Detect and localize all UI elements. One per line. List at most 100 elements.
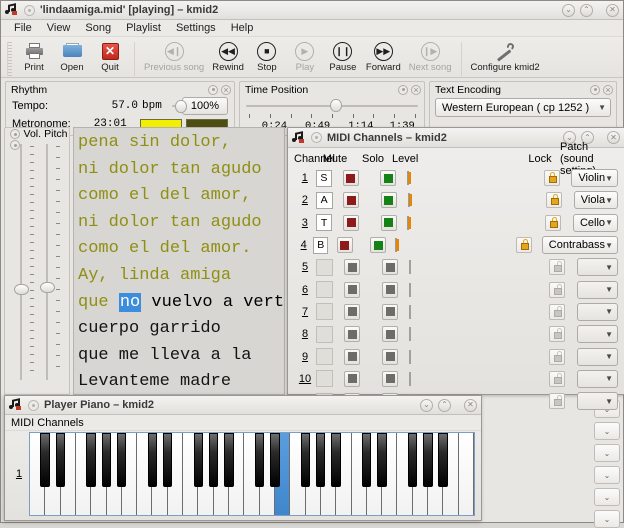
piano-black-key[interactable] xyxy=(148,433,157,487)
piano-keyboard[interactable] xyxy=(29,432,475,516)
lyrics-view[interactable]: pena sin dolor, ni dolor tan agudo como … xyxy=(73,127,285,395)
menu-file[interactable]: File xyxy=(7,20,39,36)
lock-button[interactable] xyxy=(549,393,565,409)
patch-select[interactable]: ▼ xyxy=(577,258,618,276)
window-menu-icon[interactable] xyxy=(28,400,39,411)
background-patch-select[interactable]: ⌄ xyxy=(594,488,620,506)
lock-button[interactable] xyxy=(516,237,532,253)
stop-button[interactable]: ■ Stop xyxy=(248,40,286,73)
open-button[interactable]: Open xyxy=(53,40,91,73)
tempo-reset-button[interactable]: 100% xyxy=(182,97,228,115)
piano-white-key[interactable] xyxy=(459,433,474,515)
background-patch-select[interactable]: ⌄ xyxy=(594,422,620,440)
menu-playlist[interactable]: Playlist xyxy=(119,20,168,36)
lock-button[interactable] xyxy=(549,282,565,298)
patch-select[interactable]: Contrabass▼ xyxy=(542,236,618,254)
piano-black-key[interactable] xyxy=(301,433,310,487)
piano-black-key[interactable] xyxy=(102,433,111,487)
channel-tag[interactable] xyxy=(316,281,333,298)
patch-select[interactable]: Violin▼ xyxy=(571,169,618,187)
unshade-button[interactable]: ⌃ xyxy=(438,399,451,412)
mute-button[interactable] xyxy=(343,192,359,208)
patch-select[interactable]: ▼ xyxy=(577,281,618,299)
rhythm-close-button[interactable] xyxy=(221,85,231,95)
time-position-close-button[interactable] xyxy=(411,85,421,95)
solo-button[interactable] xyxy=(382,282,398,298)
piano-black-key[interactable] xyxy=(377,433,386,487)
piano-black-key[interactable] xyxy=(408,433,417,487)
channel-tag[interactable] xyxy=(316,370,333,387)
piano-titlebar[interactable]: Player Piano – kmid2 ⌄ ⌃ ✕ xyxy=(5,396,481,415)
piano-black-key[interactable] xyxy=(56,433,65,487)
close-button[interactable]: ✕ xyxy=(606,4,619,17)
rewind-button[interactable]: ◀◀ Rewind xyxy=(208,40,248,73)
channel-tag[interactable] xyxy=(316,348,333,365)
menu-view[interactable]: View xyxy=(40,20,78,36)
solo-button[interactable] xyxy=(370,237,386,253)
toolbar-grip[interactable] xyxy=(7,42,12,76)
patch-select[interactable]: ▼ xyxy=(577,303,618,321)
piano-black-key[interactable] xyxy=(117,433,126,487)
time-position-float-button[interactable] xyxy=(398,85,408,95)
mute-button[interactable] xyxy=(344,282,360,298)
piano-black-key[interactable] xyxy=(270,433,279,487)
mute-button[interactable] xyxy=(344,349,360,365)
mute-button[interactable] xyxy=(344,304,360,320)
rhythm-float-button[interactable] xyxy=(208,85,218,95)
mute-button[interactable] xyxy=(337,237,353,253)
time-position-slider[interactable] xyxy=(246,99,418,113)
configure-button[interactable]: Configure kmid2 xyxy=(467,40,544,73)
piano-black-key[interactable] xyxy=(209,433,218,487)
solo-button[interactable] xyxy=(382,259,398,275)
background-patch-select[interactable]: ⌄ xyxy=(594,466,620,484)
next-song-button[interactable]: ❙▶ Next song xyxy=(405,40,456,73)
lock-button[interactable] xyxy=(549,371,565,387)
solo-button[interactable] xyxy=(380,170,396,186)
channel-tag[interactable] xyxy=(316,303,333,320)
channel-tag[interactable] xyxy=(316,259,333,276)
lock-button[interactable] xyxy=(544,170,560,186)
channel-tag[interactable]: T xyxy=(316,214,333,231)
piano-black-key[interactable] xyxy=(331,433,340,487)
piano-black-key[interactable] xyxy=(316,433,325,487)
mute-button[interactable] xyxy=(344,326,360,342)
solo-button[interactable] xyxy=(382,326,398,342)
piano-black-key[interactable] xyxy=(362,433,371,487)
window-menu-icon[interactable] xyxy=(24,5,35,16)
volume-pitch-float-button[interactable] xyxy=(10,129,20,139)
mute-button[interactable] xyxy=(344,371,360,387)
forward-button[interactable]: ▶▶ Forward xyxy=(362,40,405,73)
piano-black-key[interactable] xyxy=(163,433,172,487)
tempo-slider[interactable] xyxy=(172,99,178,113)
pause-button[interactable]: ❙❙ Pause xyxy=(324,40,362,73)
menu-help[interactable]: Help xyxy=(224,20,261,36)
shade-button[interactable]: ⌄ xyxy=(420,399,433,412)
channel-tag[interactable]: B xyxy=(313,237,328,254)
text-encoding-float-button[interactable] xyxy=(590,85,600,95)
mute-button[interactable] xyxy=(343,215,359,231)
pitch-slider[interactable] xyxy=(39,144,61,380)
volume-slider[interactable] xyxy=(13,144,35,380)
piano-black-key[interactable] xyxy=(224,433,233,487)
background-patch-select[interactable]: ⌄ xyxy=(594,444,620,462)
menu-song[interactable]: Song xyxy=(78,20,118,36)
shade-button[interactable]: ⌄ xyxy=(562,4,575,17)
patch-select[interactable]: ▼ xyxy=(577,325,618,343)
print-button[interactable]: Print xyxy=(15,40,53,73)
piano-black-key[interactable] xyxy=(255,433,264,487)
close-button[interactable]: ✕ xyxy=(464,399,477,412)
lock-button[interactable] xyxy=(549,259,565,275)
piano-black-key[interactable] xyxy=(438,433,447,487)
piano-black-key[interactable] xyxy=(423,433,432,487)
unshade-button[interactable]: ⌃ xyxy=(580,4,593,17)
main-titlebar[interactable]: 'lindaamiga.mid' [playing] – kmid2 ⌄ ⌃ ✕ xyxy=(1,1,623,20)
menu-midi-channels[interactable]: MIDI Channels xyxy=(11,417,84,429)
lock-button[interactable] xyxy=(546,192,562,208)
previous-song-button[interactable]: ◀❙ Previous song xyxy=(140,40,208,73)
piano-black-key[interactable] xyxy=(86,433,95,487)
solo-button[interactable] xyxy=(382,304,398,320)
quit-button[interactable]: ✕ Quit xyxy=(91,40,129,73)
background-patch-select[interactable]: ⌄ xyxy=(594,510,620,528)
menu-settings[interactable]: Settings xyxy=(169,20,223,36)
solo-button[interactable] xyxy=(381,215,397,231)
